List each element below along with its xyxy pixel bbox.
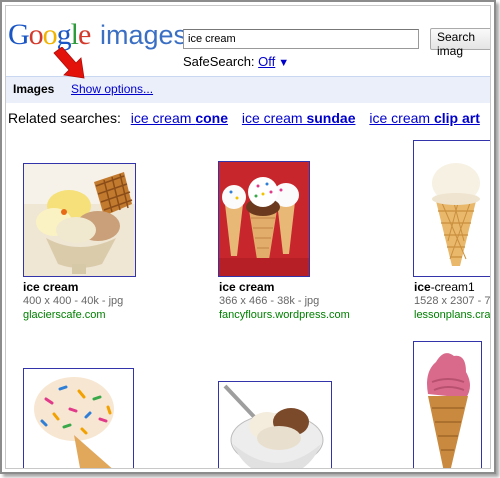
red-arrow-icon [53,47,85,79]
related-link-sundae[interactable]: ice cream sundae [242,110,356,126]
related-link-cone[interactable]: ice cream cone [131,110,228,126]
result-thumbnail[interactable] [23,368,134,468]
result-thumbnail[interactable] [413,140,490,277]
related-prefix: ice cream [241,110,307,126]
logo-letter: G [8,18,30,51]
show-options-link[interactable]: Show options... [71,82,153,96]
related-bold: sundae [306,110,356,126]
related-prefix: ice cream [369,110,434,126]
result-meta: 366 x 466 - 38k - jpg [219,295,320,307]
search-input[interactable] [183,29,419,49]
ice-cream-bowl-image [219,382,331,468]
result-site[interactable]: lessonplans.cra [414,308,490,322]
related-label: Related searches: [8,110,121,126]
result-caption: ice cream 400 x 400 - 40k - jpg glaciers… [23,280,123,322]
safesearch-value-link[interactable]: Off [258,54,275,69]
window-frame: Google images Search imag SafeSearch: Of… [0,0,496,474]
pink-cone-image [414,342,481,468]
vanilla-cone-image [414,141,490,276]
result-meta: 1528 x 2307 - 7 [414,295,491,307]
result-thumbnail[interactable] [413,341,482,468]
result-title-bold: ice [414,280,431,294]
sundae-image [24,164,135,276]
result-title[interactable]: ice cream [23,280,123,294]
page: Google images Search imag SafeSearch: Of… [5,5,491,469]
result-caption: ice-cream1 1528 x 2307 - 7 lessonplans.c… [414,280,490,322]
result-meta: 400 x 400 - 40k - jpg [23,295,124,307]
related-bold: clip art [433,110,480,126]
result-title-rest: -cream1 [430,280,475,294]
related-bold: cone [195,110,228,126]
result-thumbnail[interactable] [218,161,310,277]
result-site[interactable]: glacierscafe.com [23,308,123,322]
related-link-clip-art[interactable]: ice cream clip art [369,110,479,126]
result-thumbnail[interactable] [23,163,136,277]
logo-letter: o [28,18,44,51]
safesearch-label: SafeSearch: [183,54,255,69]
search-images-button[interactable]: Search imag [430,28,490,58]
result-site[interactable]: fancyflours.wordpress.com [219,308,350,322]
related-prefix: ice cream [130,110,196,126]
chevron-down-icon[interactable]: ▼ [278,57,289,69]
logo-images-label: images [100,20,188,50]
cupcake-cones-image [219,162,309,276]
sprinkles-cone-image [24,369,133,468]
result-caption: ice cream 366 x 466 - 38k - jpg fancyflo… [219,280,350,322]
related-searches: Related searches: ice cream cone ice cre… [8,110,490,126]
result-title[interactable]: ice-cream1 [414,280,490,294]
result-thumbnail[interactable] [218,381,332,468]
safesearch: SafeSearch: Off ▼ [183,54,289,69]
result-title[interactable]: ice cream [219,280,350,294]
section-title: Images [13,82,55,96]
